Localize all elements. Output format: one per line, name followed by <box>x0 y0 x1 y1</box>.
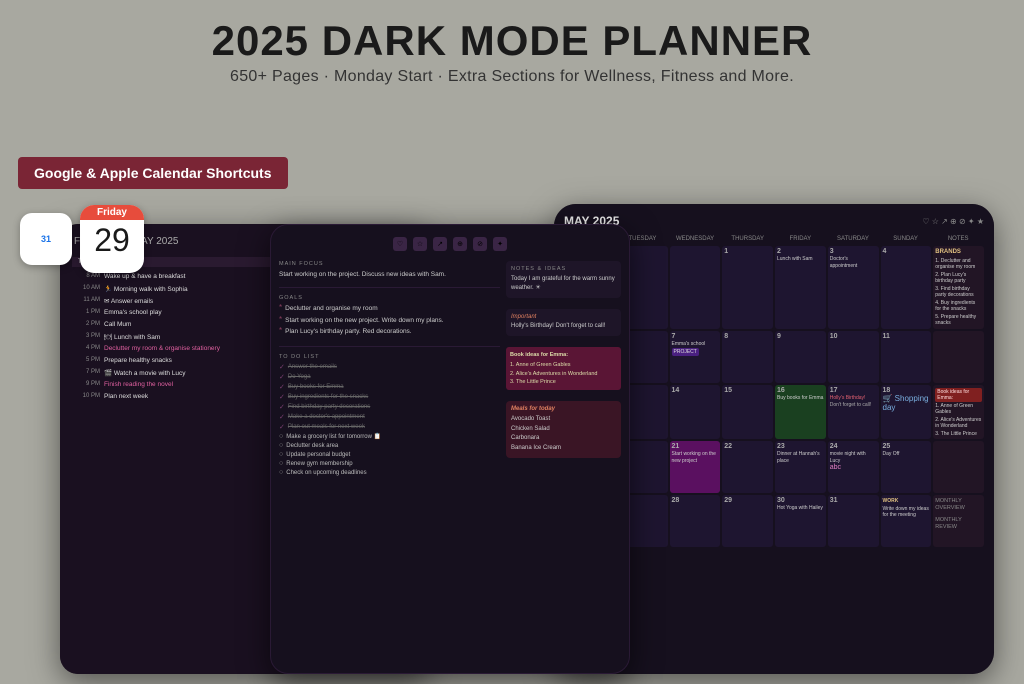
todo-12: ○Check on upcoming deadlines <box>279 469 500 476</box>
todo-1: ✓Answer the emails <box>279 363 500 371</box>
important-label: Important <box>511 314 616 320</box>
notes-label: NOTES & IDEAS <box>511 266 616 272</box>
notes-text: Today I am grateful for the warm sunny w… <box>511 275 616 293</box>
cal-notes-4 <box>933 441 984 493</box>
todo-11: ○Renew gym membership <box>279 460 500 467</box>
tm-icons-row: ♡ ☆ ↗ ⊕ ⊘ ✦ <box>279 233 621 255</box>
cal-cell-empty3 <box>670 246 721 329</box>
main-title: 2025 DARK MODE PLANNER <box>212 18 813 64</box>
tm-goals-section: GOALS * Declutter and organise my room *… <box>279 295 500 339</box>
tablet-middle: ♡ ☆ ↗ ⊕ ⊘ ✦ MAIN FOCUS Start working on … <box>270 224 630 674</box>
cal-cell-may1: 1 <box>722 246 773 329</box>
day-label-sat: SATURDAY <box>827 234 879 244</box>
devices-container: FRIDAY • 29 MAY 2025 ♡ ☆ ✦ ⊕ ↗ ★ TODAY 8… <box>0 204 1024 684</box>
tm-icon-heart: ♡ <box>393 237 407 251</box>
cal-notes-5: MONTHLY OVERVIEW MONTHLY REVIEW <box>933 495 984 547</box>
tm-todo-section: TO DO LIST ✓Answer the emails ✓Do Yoga ✓… <box>279 354 500 478</box>
todo-3: ✓Buy books for Emma <box>279 383 500 391</box>
todo-6: ✓Make a doctor's appointment <box>279 413 500 421</box>
cal-notes-3: Book ideas for Emma: 1. Anne of Green Ga… <box>933 385 984 440</box>
todo-8: ○Make a grocery list for tomorrow 📋 <box>279 433 500 440</box>
tm-icon-arrow: ↗ <box>433 237 447 251</box>
cal-notes-1: BRANDS 1. Declutter and organise my room… <box>933 246 984 329</box>
divider-2 <box>279 346 500 347</box>
tm-important-box: Important Holly's Birthday! Don't forget… <box>506 309 621 336</box>
meal-3: Carbonara <box>511 434 616 444</box>
todo-4: ✓Buy ingredients for the snacks <box>279 393 500 401</box>
goal-1: * Declutter and organise my room <box>279 304 500 314</box>
goal-2: * Start working on the new project. Writ… <box>279 316 500 326</box>
cal-cell-may22: 22 <box>722 441 773 493</box>
day-label-thu: THURSDAY <box>722 234 774 244</box>
cal-cell-may11: 11 <box>881 331 932 383</box>
main-focus-text: Start working on the project. Discuss ne… <box>279 270 500 280</box>
tm-meals-box: Meals for today Avocado Toast Chicken Sa… <box>506 401 621 458</box>
cal-cell-may14: 14 <box>670 385 721 440</box>
apple-calendar-icon: Friday 29 <box>80 205 144 273</box>
meal-2: Chicken Salad <box>511 425 616 435</box>
cal-cell-may4: 4 <box>881 246 932 329</box>
cal-cell-may21: 21 Start working on the new project <box>670 441 721 493</box>
cal-cell-may2: 2 Lunch with Sam <box>775 246 826 329</box>
tm-icon-spark: ✦ <box>493 237 507 251</box>
main-focus-label: MAIN FOCUS <box>279 261 500 267</box>
goals-label: GOALS <box>279 295 500 301</box>
tm-notes-box: NOTES & IDEAS Today I am grateful for th… <box>506 261 621 298</box>
cal-cell-may23: 23 Dinner at Hannah's place <box>775 441 826 493</box>
google-calendar-icon: 31 <box>20 213 72 265</box>
tm-col-right: NOTES & IDEAS Today I am grateful for th… <box>506 261 621 665</box>
cal-cell-may30: 30 Hot Yoga with Hailey <box>775 495 826 547</box>
day-label-sun: SUNDAY <box>880 234 932 244</box>
cal-cell-may3: 3 Doctor's appointment <box>828 246 879 329</box>
cal-cell-may16: 16 Buy books for Emma <box>775 385 826 440</box>
google-cal-num: 31 <box>41 235 51 244</box>
cal-cell-may28: 28 <box>670 495 721 547</box>
meals-label: Meals for today <box>511 406 616 412</box>
tm-col-left: MAIN FOCUS Start working on the project.… <box>279 261 500 665</box>
todo-7: ✓Plan out meals for next week <box>279 423 500 431</box>
cal-cell-may24: 24 movie night with Lucy abc <box>828 441 879 493</box>
todo-label: TO DO LIST <box>279 354 500 360</box>
todo-5: ✓Find birthday party decorations <box>279 403 500 411</box>
cal-cell-may29: 29 <box>722 495 773 547</box>
page-wrapper: 2025 DARK MODE PLANNER 650+ Pages · Mond… <box>0 0 1024 684</box>
cal-cell-may7: 7 Emma's school PROJECT <box>670 331 721 383</box>
cal-notes-2 <box>933 331 984 383</box>
cal-cell-may17: 17 Holly's Birthday! Don't forget to cal… <box>828 385 879 440</box>
tm-book-tag: Book ideas for Emma: 1. Anne of Green Ga… <box>506 347 621 390</box>
day-label-notes: NOTES <box>932 234 984 244</box>
cal-header-icons: ♡ ☆ ↗ ⊕ ⊘ ✦ ★ <box>922 217 984 226</box>
apple-cal-day: Friday <box>80 205 144 220</box>
cal-cell-may10: 10 <box>828 331 879 383</box>
tm-two-col: MAIN FOCUS Start working on the project.… <box>279 261 621 665</box>
tm-icon-plus: ⊕ <box>453 237 467 251</box>
day-label-wed: WEDNESDAY <box>669 234 721 244</box>
cal-cell-may31: 31 <box>828 495 879 547</box>
cal-cell-may15: 15 <box>722 385 773 440</box>
day-label-fri: FRIDAY <box>775 234 827 244</box>
subtitle: 650+ Pages · Monday Start · Extra Sectio… <box>212 68 813 86</box>
important-text: Holly's Birthday! Don't forget to call! <box>511 322 616 331</box>
tm-icon-star: ☆ <box>413 237 427 251</box>
header: 2025 DARK MODE PLANNER 650+ Pages · Mond… <box>212 0 813 86</box>
cal-cell-may25: 25 Day Off <box>881 441 932 493</box>
goal-3: * Plan Lucy's birthday party. Red decora… <box>279 327 500 337</box>
tm-icon-minus: ⊘ <box>473 237 487 251</box>
meal-4: Banana Ice Cream <box>511 444 616 454</box>
cal-icons: 31 Friday 29 <box>20 205 144 273</box>
cal-cell-may8: 8 <box>722 331 773 383</box>
cal-cell-may9: 9 <box>775 331 826 383</box>
meal-1: Avocado Toast <box>511 415 616 425</box>
todo-9: ○Declutter desk area <box>279 442 500 449</box>
cal-header: MAY 2025 ♡ ☆ ↗ ⊕ ⊘ ✦ ★ <box>564 214 984 228</box>
apple-cal-date: 29 <box>94 220 130 262</box>
todo-2: ✓Do Yoga <box>279 373 500 381</box>
cal-cell-empty-end: WORK Write down my ideas for the meeting <box>881 495 932 547</box>
todo-10: ○Update personal budget <box>279 451 500 458</box>
middle-content: ♡ ☆ ↗ ⊕ ⊘ ✦ MAIN FOCUS Start working on … <box>271 225 629 673</box>
divider-1 <box>279 287 500 288</box>
tm-main-focus-section: MAIN FOCUS Start working on the project.… <box>279 261 500 280</box>
badge: Google & Apple Calendar Shortcuts <box>18 157 288 189</box>
cal-cell-may18: 18 🛒 Shopping day <box>881 385 932 440</box>
